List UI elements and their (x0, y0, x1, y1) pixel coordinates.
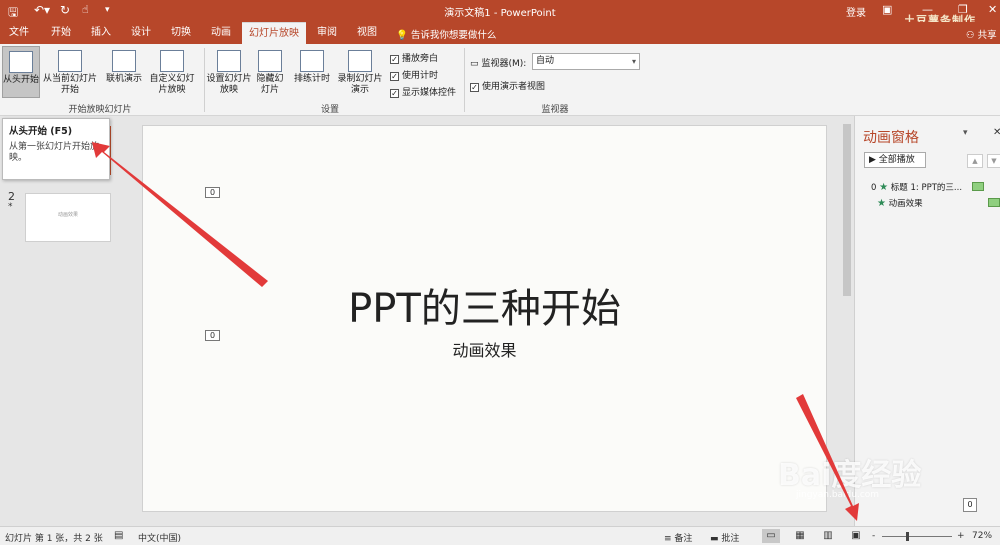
custom-show-button[interactable]: 自定义幻灯片放映 (148, 46, 196, 98)
rehearse-timings-button[interactable]: 排练计时 (292, 46, 332, 98)
normal-view-icon[interactable]: ▭ (762, 529, 780, 543)
checkmark-icon: ✓ (470, 83, 479, 92)
tab-animations[interactable]: 动画 (204, 22, 238, 44)
slideshow-icon[interactable]: ▣ (847, 529, 865, 543)
person-icon: ⚇ (966, 30, 975, 41)
title-bar: 🖫 ↶▾ ↻ ☝ ▾ 演示文稿1 - PowerPoint 登录 ▣ — ❐ ✕… (0, 0, 1000, 27)
star-icon: ★ (877, 198, 886, 209)
custom-slideshow-icon (160, 50, 184, 72)
animation-tag[interactable]: 0 (205, 187, 220, 198)
baidu-watermark-url: jingyan.baidu.com (796, 490, 880, 500)
tab-design[interactable]: 设计 (124, 22, 158, 44)
hide-slide-icon (258, 50, 282, 72)
tell-me-box[interactable]: 💡 告诉我你想要做什么 (396, 27, 496, 41)
slide-canvas: 0 0 PPT的三种开始 动画效果 (130, 116, 840, 526)
stopwatch-icon (300, 50, 324, 72)
move-down-icon[interactable]: ▼ (987, 154, 1000, 168)
group-label-setup: 设置 (320, 105, 339, 115)
show-media-checkbox[interactable]: ✓ 显示媒体控件 (390, 85, 456, 98)
presenter-view-checkbox[interactable]: ✓ 使用演示者视图 (470, 79, 545, 92)
tab-home[interactable]: 开始 (44, 22, 78, 44)
pane-options-icon[interactable]: ▾ (963, 128, 968, 138)
ribbon-tabs: 文件 开始 插入 设计 切换 动画 幻灯片放映 审阅 视图 💡 告诉我你想要做什… (0, 22, 1000, 44)
animation-item[interactable]: 0 ★ 标题 1: PPT的三... (871, 181, 962, 193)
group-label-start: 开始放映幻灯片 (68, 105, 132, 115)
play-icon: ▶ (869, 155, 876, 165)
tab-transitions[interactable]: 切换 (164, 22, 198, 44)
scroll-thumb[interactable] (843, 124, 851, 296)
share-button[interactable]: ⚇ 共享 (966, 27, 997, 41)
reading-view-icon[interactable]: ▥ (819, 529, 837, 543)
tooltip: 从头开始 (F5) 从第一张幻灯片开始放映。 (2, 118, 110, 180)
zoom-slider[interactable] (882, 536, 952, 537)
from-beginning-button[interactable]: 从头开始 (2, 46, 40, 98)
baidu-watermark: Bai度经验 (778, 458, 922, 493)
ribbon-separator (204, 48, 205, 112)
status-bar: 幻灯片 第 1 张，共 2 张 ▤ 中文(中国) ≡ 备注 ▬ 批注 ▭ ▦ ▥… (0, 526, 1000, 545)
ribbon-display-icon[interactable]: ▣ (882, 3, 892, 16)
monitor-label: ▭ 监视器(M): (470, 59, 527, 69)
slideshow-start-icon (9, 51, 33, 73)
play-narration-checkbox[interactable]: ✓ 播放旁白 (390, 51, 438, 64)
tab-view[interactable]: 视图 (350, 22, 384, 44)
from-current-button[interactable]: 从当前幻灯片开始 (42, 46, 98, 98)
slide-title[interactable]: PPT的三种开始 (143, 276, 826, 334)
tab-review[interactable]: 审阅 (310, 22, 344, 44)
use-timings-checkbox[interactable]: ✓ 使用计时 (390, 68, 438, 81)
slide-subtitle[interactable]: 动画效果 (143, 337, 826, 361)
lightbulb-icon: 💡 (396, 30, 408, 41)
animation-item[interactable]: ★ 动画效果 (877, 197, 923, 209)
setup-show-button[interactable]: 设置幻灯片放映 (206, 46, 252, 98)
slide-sorter-icon[interactable]: ▦ (791, 529, 809, 543)
tab-file[interactable]: 文件 (4, 22, 34, 44)
close-icon[interactable]: ✕ (993, 127, 1000, 138)
signin-link[interactable]: 登录 (846, 4, 866, 19)
language-indicator[interactable]: 中文(中国) (138, 531, 181, 544)
notes-button[interactable]: ≡ 备注 (664, 531, 692, 544)
checkmark-icon: ✓ (390, 72, 399, 81)
notes-icon: ≡ (664, 534, 672, 544)
spellcheck-icon[interactable]: ▤ (114, 530, 123, 541)
record-icon (348, 50, 372, 72)
zoom-out-button[interactable]: - (872, 531, 875, 541)
globe-icon (112, 50, 136, 72)
group-label-monitor: 监视器 (541, 105, 569, 115)
record-show-button[interactable]: 录制幻灯片演示 (334, 46, 386, 98)
tab-insert[interactable]: 插入 (84, 22, 118, 44)
pane-title: 动画窗格 (863, 130, 919, 146)
tooltip-title: 从头开始 (F5) (9, 126, 73, 137)
ribbon: 从头开始 从当前幻灯片开始 联机演示 自定义幻灯片放映 开始放映幻灯片 设置幻灯… (0, 44, 1000, 116)
monitor-select[interactable]: 自动 ▾ (532, 53, 640, 70)
slideshow-current-icon (58, 50, 82, 72)
timeline-bar (988, 198, 1000, 207)
checkmark-icon: ✓ (390, 89, 399, 98)
animation-marker: * (8, 202, 13, 212)
online-present-button[interactable]: 联机演示 (104, 46, 144, 98)
setup-slideshow-icon (217, 50, 241, 72)
ribbon-separator (464, 48, 465, 112)
comment-icon: ▬ (710, 534, 719, 544)
thumbnail-title: 动画效果 (57, 212, 78, 218)
close-icon[interactable]: ✕ (988, 3, 997, 16)
checkmark-icon: ✓ (390, 55, 399, 64)
monitor-icon: ▭ (470, 59, 479, 69)
timeline-counter[interactable]: 0 (963, 498, 977, 512)
star-icon: ★ (879, 182, 889, 193)
zoom-slider-handle[interactable] (906, 532, 909, 541)
hide-slide-button[interactable]: 隐藏幻灯片 (254, 46, 286, 98)
zoom-level[interactable]: 72% (972, 531, 992, 541)
slide-info: 幻灯片 第 1 张，共 2 张 (5, 534, 103, 544)
slide-thumbnail-2[interactable]: 动画效果 (25, 193, 111, 242)
slide[interactable]: 0 0 PPT的三种开始 动画效果 (142, 125, 827, 512)
tooltip-description: 从第一张幻灯片开始放映。 (9, 142, 100, 163)
zoom-in-button[interactable]: + (957, 531, 965, 541)
tab-slideshow[interactable]: 幻灯片放映 (242, 22, 306, 44)
comments-button[interactable]: ▬ 批注 (710, 531, 739, 544)
timeline-bar (972, 182, 984, 191)
chevron-down-icon: ▾ (631, 57, 636, 66)
play-all-button[interactable]: ▶ 全部播放 (864, 152, 926, 168)
move-up-icon[interactable]: ▲ (967, 154, 983, 168)
